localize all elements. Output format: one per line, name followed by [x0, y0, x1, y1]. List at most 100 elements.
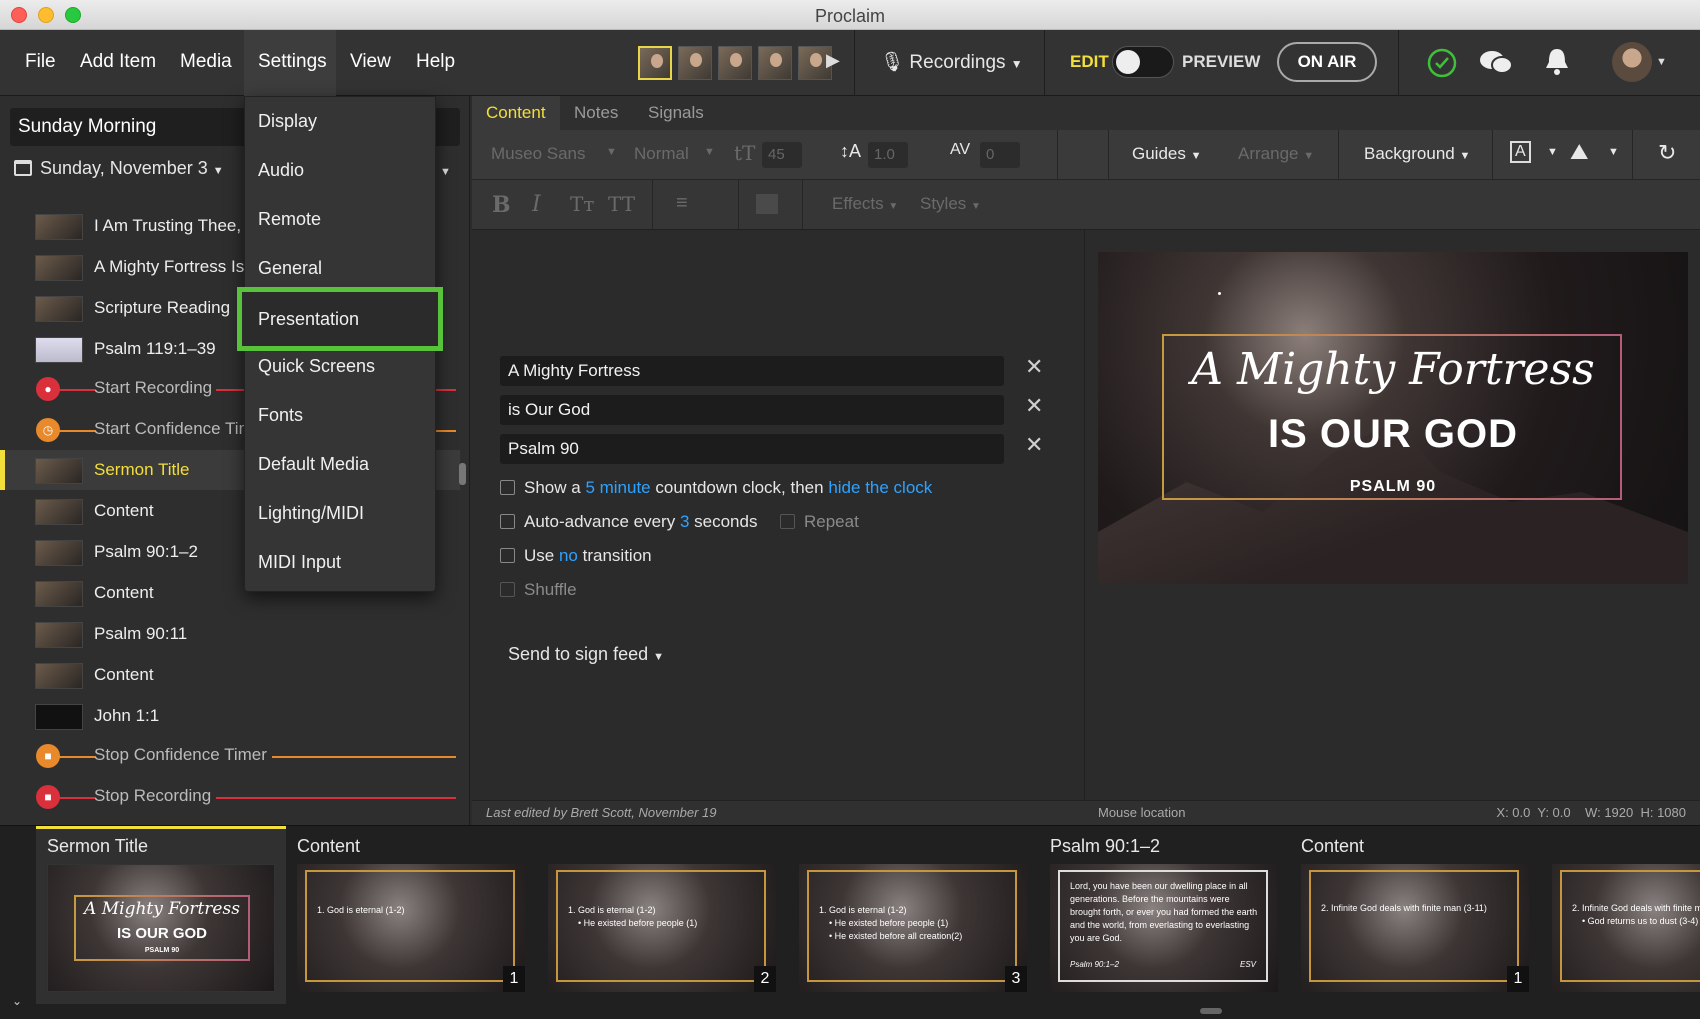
chevron-down-icon[interactable]: ▼: [1608, 146, 1619, 158]
slide-thumbnail[interactable]: 1. God is eternal (1-2) 1: [297, 864, 525, 992]
microphone-icon: ●: [36, 377, 60, 401]
play-icon[interactable]: ▶: [826, 50, 840, 71]
color-swatch[interactable]: [756, 194, 778, 214]
text-box-icon[interactable]: A: [1510, 141, 1531, 163]
hide-clock-link[interactable]: hide the clock: [828, 478, 932, 497]
countdown-checkbox[interactable]: [500, 480, 515, 495]
slide-thumbnail[interactable]: A Mighty Fortress IS OUR GOD PSALM 90: [47, 864, 275, 992]
arrange-dropdown[interactable]: Arrange ▼: [1238, 144, 1314, 164]
align-icon[interactable]: ≡: [676, 192, 688, 215]
expand-icon[interactable]: ⌄: [12, 994, 22, 1008]
letter-spacing-icon: AV: [950, 141, 971, 158]
effects-dropdown[interactable]: Effects ▼: [832, 194, 898, 214]
background-dropdown[interactable]: Background ▼: [1364, 144, 1470, 164]
collaborator-avatar[interactable]: [718, 46, 752, 80]
menu-item-audio[interactable]: Audio: [245, 149, 437, 191]
chevron-down-icon[interactable]: ▼: [440, 166, 451, 178]
menu-view[interactable]: View: [336, 30, 405, 96]
close-icon[interactable]: ✕: [1025, 432, 1043, 458]
text-line-2-input[interactable]: is Our God: [500, 395, 1004, 425]
tab-notes[interactable]: Notes: [560, 96, 632, 130]
recordings-dropdown[interactable]: 🎙 Recordings ▼: [880, 30, 1023, 96]
shuffle-checkbox[interactable]: [500, 582, 515, 597]
auto-advance-option: Auto-advance every 3 seconds: [500, 512, 757, 532]
close-icon[interactable]: ✕: [1025, 354, 1043, 380]
user-avatar[interactable]: [1612, 42, 1652, 82]
slide-preview[interactable]: A Mighty Fortress IS OUR GOD PSALM 90: [1098, 252, 1688, 584]
italic-icon[interactable]: I: [532, 192, 541, 217]
bell-icon[interactable]: [1543, 46, 1571, 78]
menu-item-fonts[interactable]: Fonts: [245, 394, 437, 436]
menu-file[interactable]: File: [11, 30, 70, 96]
all-caps-icon[interactable]: TT: [608, 192, 635, 216]
sign-feed-dropdown[interactable]: Send to sign feed ▼: [508, 644, 664, 665]
chevron-down-icon: ▼: [1459, 150, 1471, 162]
slide-line: 1. God is eternal (1-2): [568, 905, 656, 915]
service-date-selector[interactable]: Sunday, November 3 ▼: [14, 158, 224, 179]
item-thumbnail: [35, 704, 83, 730]
check-circle-icon[interactable]: [1426, 47, 1458, 79]
styles-dropdown[interactable]: Styles ▼: [920, 194, 981, 214]
slide-thumbnail[interactable]: 2. Infinite God deals with finite man (3…: [1552, 864, 1700, 992]
transition-checkbox[interactable]: [500, 548, 515, 563]
chevron-down-icon[interactable]: ▼: [1547, 146, 1558, 158]
menu-item-general[interactable]: General: [245, 247, 437, 289]
chevron-down-icon[interactable]: ▼: [1656, 56, 1667, 68]
chevron-down-icon: ▼: [212, 165, 224, 177]
collaborator-avatar[interactable]: [758, 46, 792, 80]
menu-media[interactable]: Media: [166, 30, 246, 96]
text-line-1-input[interactable]: A Mighty Fortress: [500, 356, 1004, 386]
list-item[interactable]: Content: [0, 655, 460, 695]
menu-item-lighting-midi[interactable]: Lighting/MIDI: [245, 492, 437, 534]
tab-signals[interactable]: Signals: [634, 96, 718, 130]
chat-icon[interactable]: [1478, 48, 1514, 78]
font-weight-select[interactable]: Normal: [634, 144, 689, 164]
menu-settings[interactable]: Settings: [244, 30, 336, 96]
auto-advance-checkbox[interactable]: [500, 514, 515, 529]
list-item[interactable]: John 1:1: [0, 696, 460, 736]
auto-advance-seconds-link[interactable]: 3: [680, 512, 689, 531]
cue-stop-recording[interactable]: ■ Stop Recording: [0, 776, 460, 816]
letter-spacing-input[interactable]: 0: [980, 142, 1020, 168]
menu-item-remote[interactable]: Remote: [245, 198, 437, 240]
repeat-checkbox[interactable]: [780, 514, 795, 529]
slide-line: • He existed before people (1): [578, 918, 698, 928]
menu-item-quick-screens[interactable]: Quick Screens: [245, 345, 437, 387]
chevron-down-icon: ▼: [888, 201, 899, 212]
menu-item-midi-input[interactable]: MIDI Input: [245, 541, 437, 583]
sidebar-scrollbar[interactable]: [459, 463, 466, 485]
menu-add-item[interactable]: Add Item: [66, 30, 170, 96]
tab-content[interactable]: Content: [472, 96, 560, 130]
image-icon[interactable]: ⛰: [1570, 139, 1588, 165]
slide-thumbnail[interactable]: 1. God is eternal (1-2) • He existed befo…: [548, 864, 776, 992]
line-height-input[interactable]: 1.0: [868, 142, 908, 168]
bold-icon[interactable]: B: [492, 192, 511, 218]
slide-thumbnail[interactable]: Lord, you have been our dwelling place i…: [1050, 864, 1278, 992]
font-size-input[interactable]: 45: [762, 142, 802, 168]
menu-item-display[interactable]: Display: [245, 100, 437, 142]
refresh-icon[interactable]: ↻: [1658, 140, 1676, 166]
menu-item-presentation[interactable]: Presentation: [237, 287, 443, 351]
close-icon[interactable]: ✕: [1025, 393, 1043, 419]
guides-dropdown[interactable]: Guides ▼: [1132, 144, 1202, 164]
collaborator-avatar[interactable]: [678, 46, 712, 80]
cue-stop-confidence-timer[interactable]: ■ Stop Confidence Timer: [0, 735, 460, 775]
star-decoration: [1218, 292, 1221, 295]
on-air-button[interactable]: ON AIR: [1277, 42, 1377, 82]
edit-preview-toggle[interactable]: [1112, 46, 1174, 78]
transition-type-link[interactable]: no: [559, 546, 578, 565]
guides-label: Guides: [1132, 144, 1186, 163]
list-item[interactable]: Psalm 90:11: [0, 614, 460, 654]
slide-thumbnail[interactable]: 2. Infinite God deals with finite man (3…: [1301, 864, 1529, 992]
font-family-select[interactable]: Museo Sans: [491, 144, 586, 164]
strip-heading: Psalm 90:1–2: [1050, 836, 1161, 856]
small-caps-icon[interactable]: Tт: [570, 192, 594, 216]
countdown-duration-link[interactable]: 5 minute: [585, 478, 650, 497]
strip-resize-handle[interactable]: [1200, 1008, 1222, 1014]
text-line-3-input[interactable]: Psalm 90: [500, 434, 1004, 464]
menu-item-default-media[interactable]: Default Media: [245, 443, 437, 485]
collaborator-avatar[interactable]: [638, 46, 672, 80]
menu-help[interactable]: Help: [402, 30, 469, 96]
slide-thumbnail[interactable]: 1. God is eternal (1-2) • He existed befo…: [799, 864, 1027, 992]
window-title: Proclaim: [814, 6, 885, 26]
